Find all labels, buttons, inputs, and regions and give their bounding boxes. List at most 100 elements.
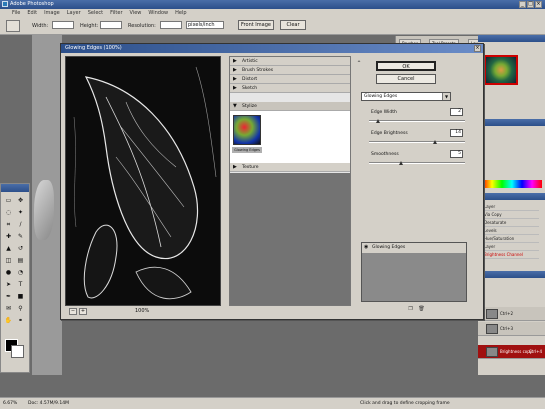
delete-effect-layer-icon[interactable]: 🗑 <box>418 306 425 313</box>
category-label: Distort <box>242 77 258 82</box>
menu-layer[interactable]: Layer <box>67 9 81 17</box>
dodge-tool-icon[interactable]: ◔ <box>16 268 25 277</box>
menu-image[interactable]: Image <box>44 9 60 17</box>
history-item[interactable]: Brightness Channel <box>484 251 539 259</box>
notes-tool-icon[interactable]: ✉ <box>4 304 13 313</box>
navigator-titlebar[interactable] <box>478 35 545 42</box>
layers-titlebar[interactable] <box>478 271 545 278</box>
magic-wand-icon[interactable]: ✦ <box>16 208 25 217</box>
new-effect-layer-icon[interactable]: ❐ <box>407 306 414 313</box>
edge-width-slider[interactable] <box>369 120 465 122</box>
category-texture[interactable]: ▶ Texture <box>230 163 350 172</box>
shape-tool-icon[interactable]: ■ <box>16 292 25 301</box>
resolution-input[interactable] <box>160 21 182 29</box>
edge-width-input[interactable]: 2 <box>450 108 463 116</box>
layer-row-selected[interactable]: Brightness copy Ctrl+4 <box>478 345 545 359</box>
filter-select[interactable]: Glowing Edges ▼ <box>361 92 451 101</box>
zoom-out-icon[interactable]: − <box>69 308 77 315</box>
category-stylize[interactable]: ▼ Stylize <box>230 102 350 111</box>
menu-view[interactable]: View <box>130 9 142 17</box>
eyedropper-icon[interactable]: ⚲ <box>16 304 25 313</box>
color-titlebar[interactable] <box>478 119 545 126</box>
history-item[interactable]: Layer <box>484 203 539 211</box>
close-icon[interactable]: × <box>535 1 542 8</box>
stamp-tool-icon[interactable]: ▲ <box>4 244 13 253</box>
background-color-swatch[interactable] <box>11 345 24 358</box>
lasso-tool-icon[interactable]: ◌ <box>4 208 13 217</box>
menu-window[interactable]: Window <box>148 9 168 17</box>
color-ramp[interactable] <box>482 180 542 188</box>
layer-shortcut: Ctrl+4 <box>528 349 542 354</box>
zoom-level[interactable]: 100% <box>135 308 149 315</box>
clear-button[interactable]: Clear <box>280 20 306 30</box>
resolution-unit-select[interactable]: pixels/inch <box>186 21 224 29</box>
glowing-edges-thumbnail[interactable] <box>233 115 261 145</box>
expand-arrow-icon: ▶ <box>233 76 237 82</box>
category-artistic[interactable]: ▶ Artistic <box>230 57 350 66</box>
layer-row[interactable]: Ctrl+2 <box>478 307 545 321</box>
brush-tool-icon[interactable]: ✎ <box>16 232 25 241</box>
preview-zoom-bar: − + 100% <box>65 307 221 317</box>
ok-button[interactable]: OK <box>376 61 436 71</box>
minimize-icon[interactable]: _ <box>519 1 526 8</box>
marquee-tool-icon[interactable]: ▭ <box>4 196 13 205</box>
dialog-title: Glowing Edges (100%) <box>61 44 483 53</box>
zoom-in-icon[interactable]: + <box>79 308 87 315</box>
history-item[interactable]: Via Copy <box>484 211 539 219</box>
navigator-thumbnail[interactable] <box>484 55 518 85</box>
edge-brightness-label: Edge Brightness <box>371 131 408 136</box>
slice-tool-icon[interactable]: ∕ <box>16 220 25 229</box>
menu-help[interactable]: Help <box>175 9 186 17</box>
type-tool-icon[interactable]: T <box>16 280 25 289</box>
category-sketch[interactable]: ▶ Sketch <box>230 84 350 93</box>
expand-arrow-icon: ▶ <box>233 58 237 64</box>
crop-tool-icon-box[interactable]: ⌗ <box>4 220 13 229</box>
edge-brightness-slider[interactable] <box>369 141 465 143</box>
history-item[interactable]: Levels <box>484 227 539 235</box>
toolbox-header[interactable] <box>1 184 29 192</box>
layer-name: Brightness copy <box>500 349 533 354</box>
menu-filter[interactable]: Filter <box>110 9 122 17</box>
height-input[interactable] <box>100 21 122 29</box>
menu-file[interactable]: File <box>12 9 20 17</box>
close-icon[interactable]: × <box>474 45 481 52</box>
maximize-icon[interactable]: □ <box>527 1 534 8</box>
effect-layer-row[interactable]: ◉ Glowing Edges <box>362 243 466 253</box>
slider-thumb[interactable] <box>399 161 404 165</box>
zoom-tool-icon[interactable]: ⚭ <box>16 316 25 325</box>
eye-icon[interactable]: ◉ <box>364 245 369 250</box>
category-brush-strokes[interactable]: ▶ Brush Strokes <box>230 66 350 75</box>
filter-gallery-dialog: Glowing Edges (100%) × − + 100% ▶ Artisti… <box>60 43 484 320</box>
history-titlebar[interactable] <box>478 193 545 200</box>
healing-brush-icon[interactable]: ✚ <box>4 232 13 241</box>
stylize-thumbnails: Glowing Edges <box>230 111 350 163</box>
filter-preview[interactable] <box>65 56 221 306</box>
edge-brightness-input[interactable]: 14 <box>450 129 463 137</box>
menu-select[interactable]: Select <box>88 9 103 17</box>
move-tool-icon[interactable]: ✥ <box>16 196 25 205</box>
front-image-button[interactable]: Front Image <box>238 20 274 30</box>
history-item[interactable]: Layer <box>484 243 539 251</box>
crop-tool-icon[interactable] <box>6 20 20 32</box>
gradient-tool-icon[interactable]: ▤ <box>16 256 25 265</box>
slider-thumb[interactable] <box>433 140 438 144</box>
smoothness-slider[interactable] <box>369 162 465 164</box>
menu-edit[interactable]: Edit <box>27 9 37 17</box>
history-item[interactable]: Hue/Saturation <box>484 235 539 243</box>
eraser-tool-icon[interactable]: ◫ <box>4 256 13 265</box>
blur-tool-icon[interactable]: ● <box>4 268 13 277</box>
pen-tool-icon[interactable]: ✒ <box>4 292 13 301</box>
path-select-icon[interactable]: ➤ <box>4 280 13 289</box>
hand-tool-icon[interactable]: ✋ <box>4 316 13 325</box>
collapse-gallery-icon[interactable]: ⌃ <box>355 60 363 68</box>
smoothness-input[interactable]: 5 <box>450 150 463 158</box>
status-zoom[interactable]: 6.67% <box>3 398 17 409</box>
cancel-button[interactable]: Cancel <box>376 74 436 84</box>
toolbox: ▭ ✥ ◌ ✦ ⌗ ∕ ✚ ✎ ▲ ↺ ◫ ▤ ● ◔ ➤ T ✒ ■ ✉ ⚲ … <box>0 183 30 373</box>
history-item[interactable]: Desaturate <box>484 219 539 227</box>
history-brush-icon[interactable]: ↺ <box>16 244 25 253</box>
slider-thumb[interactable] <box>376 119 381 123</box>
layer-row[interactable]: Ctrl+3 <box>478 322 545 336</box>
width-input[interactable] <box>52 21 74 29</box>
category-distort[interactable]: ▶ Distort <box>230 75 350 84</box>
